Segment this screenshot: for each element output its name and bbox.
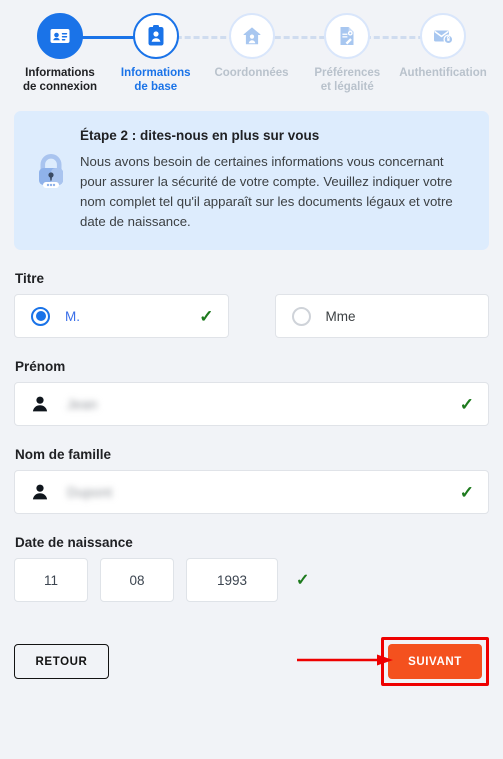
radio-dot-madame[interactable] xyxy=(291,306,311,326)
stepper-step-1-circle xyxy=(37,13,83,59)
info-banner-body: Nous avons besoin de certaines informati… xyxy=(80,154,453,229)
stepper-step-4-label-line1: Préférences xyxy=(314,67,381,79)
stepper-step-5-label: Authentification xyxy=(399,67,487,79)
radio-dot-monsieur[interactable] xyxy=(31,306,50,326)
first-name-input[interactable]: Jean ✓ xyxy=(14,382,489,426)
next-button-highlight: SUIVANT xyxy=(381,637,489,686)
stepper-step-4-label: Préférences et légalité xyxy=(299,66,395,94)
registration-form: Titre M. ✓ Mme Prénom Jean ✓ Nom de fami… xyxy=(0,271,503,602)
last-name-value: Dupont xyxy=(67,484,113,500)
stepper-step-preferences-et-legalite[interactable]: Préférences et légalité xyxy=(301,13,393,94)
title-radio-group: M. ✓ Mme xyxy=(14,294,489,338)
stepper-step-1-label-line2: de connexion xyxy=(22,81,98,93)
stepper-step-4-circle xyxy=(324,13,371,59)
annotation-arrow xyxy=(297,653,393,666)
back-button[interactable]: RETOUR xyxy=(14,644,109,679)
last-name-label: Nom de famille xyxy=(15,447,112,462)
stepper-step-1-label-line1: Informations xyxy=(25,67,95,79)
title-field-label: Titre xyxy=(15,271,45,286)
valid-check-icon-last-name: ✓ xyxy=(459,482,474,502)
stepper-step-2-label: Informations de base xyxy=(108,66,204,94)
birth-date-day-input[interactable]: 11 xyxy=(14,558,88,602)
radio-label-monsieur: M. xyxy=(65,308,80,324)
red-arrow-icon xyxy=(297,654,393,666)
valid-check-icon-birth-date: ✓ xyxy=(296,572,310,589)
next-button[interactable]: SUIVANT xyxy=(388,644,482,679)
info-banner-title: Étape 2 : dites-nous en plus sur vous xyxy=(80,128,320,143)
progress-stepper: Informations de connexion Informations d… xyxy=(0,0,503,94)
home-icon xyxy=(243,27,260,45)
padlock-icon xyxy=(39,154,63,188)
birth-date-label: Date de naissance xyxy=(15,535,133,550)
badge-icon xyxy=(148,25,164,46)
envelope-lock-icon xyxy=(434,30,454,45)
valid-check-icon-title: ✓ xyxy=(199,306,214,326)
stepper-step-informations-de-base[interactable]: Informations de base xyxy=(110,13,202,94)
birth-date-year-input[interactable]: 1993 xyxy=(186,558,278,602)
stepper-step-2-circle xyxy=(132,13,179,59)
last-name-input[interactable]: Dupont ✓ xyxy=(14,470,489,514)
stepper-step-2-label-line2: de base xyxy=(134,81,178,93)
birth-date-month-input[interactable]: 08 xyxy=(100,558,174,602)
radio-option-monsieur[interactable]: M. ✓ xyxy=(14,294,229,338)
id-card-icon xyxy=(50,29,70,43)
stepper-step-5-circle xyxy=(420,13,466,59)
stepper-step-2-label-line1: Informations xyxy=(120,67,191,79)
info-banner-text: Étape 2 : dites-nous en plus sur vous No… xyxy=(80,127,473,232)
stepper-step-informations-de-connexion[interactable]: Informations de connexion xyxy=(14,13,106,94)
stepper-step-4-label-line2: et légalité xyxy=(320,81,374,93)
info-banner: Étape 2 : dites-nous en plus sur vous No… xyxy=(14,111,489,250)
first-name-label: Prénom xyxy=(15,359,66,374)
first-name-value: Jean xyxy=(67,396,98,412)
radio-option-madame[interactable]: Mme xyxy=(274,294,489,338)
person-icon xyxy=(32,484,48,500)
valid-check-icon-first-name: ✓ xyxy=(459,394,474,414)
birth-date-group: 11 08 1993 ✓ xyxy=(14,558,489,602)
person-icon xyxy=(32,396,48,412)
info-banner-icon-wrap xyxy=(28,149,74,193)
stepper-step-authentification[interactable]: Authentification xyxy=(397,13,489,80)
stepper-step-3-circle xyxy=(228,13,275,59)
form-footer: RETOUR SUIVANT xyxy=(0,637,503,686)
stepper-step-coordonnees[interactable]: Coordonnées xyxy=(206,13,298,80)
radio-label-madame: Mme xyxy=(325,308,356,324)
document-settings-icon xyxy=(340,27,354,45)
stepper-step-3-label: Coordonnées xyxy=(214,67,289,79)
stepper-step-1-label: Informations de connexion xyxy=(12,66,108,94)
